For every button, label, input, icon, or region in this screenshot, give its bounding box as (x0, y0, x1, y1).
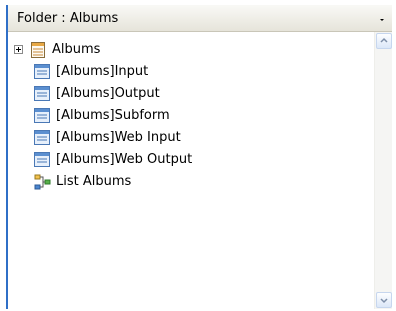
scroll-up-button[interactable] (376, 33, 392, 49)
folder-title: Folder : Albums (17, 11, 119, 26)
form-icon (34, 130, 50, 149)
tree-item-label: [Albums]Subform (56, 108, 170, 123)
tree-item-label: [Albums]Output (56, 86, 160, 101)
tree-item-albums[interactable]: Albums (8, 39, 368, 61)
method-icon (34, 174, 51, 194)
form-icon (34, 86, 50, 105)
form-icon (34, 152, 50, 171)
tree-item-form[interactable]: [Albums]Output (8, 83, 368, 105)
tree-item-label: [Albums]Input (56, 64, 149, 79)
tree-item-form[interactable]: [Albums]Web Output (8, 149, 368, 171)
dropdown-arrow-icon[interactable] (376, 9, 388, 27)
folder-header[interactable]: Folder : Albums (8, 5, 392, 32)
scroll-down-button[interactable] (376, 292, 392, 308)
folder-panel: Folder : Albums Albums [Albums]Input [Al… (6, 5, 392, 309)
chevron-down-icon (380, 298, 388, 304)
tree-list: Albums [Albums]Input [Albums]Output [Alb… (8, 32, 374, 309)
vertical-scrollbar[interactable] (374, 32, 392, 309)
tree-item-label: List Albums (56, 174, 132, 189)
form-icon (34, 64, 50, 83)
tree-item-form[interactable]: [Albums]Input (8, 61, 368, 83)
tree-item-form[interactable]: [Albums]Subform (8, 105, 368, 127)
table-icon (31, 42, 45, 62)
tree-item-label: Albums (52, 42, 101, 57)
tree-item-method[interactable]: List Albums (8, 171, 368, 193)
form-icon (34, 108, 50, 127)
expand-toggle-icon[interactable] (14, 45, 23, 54)
tree-item-label: [Albums]Web Input (56, 130, 181, 145)
tree-item-form[interactable]: [Albums]Web Input (8, 127, 368, 149)
chevron-up-icon (380, 37, 388, 43)
tree-item-label: [Albums]Web Output (56, 152, 193, 167)
